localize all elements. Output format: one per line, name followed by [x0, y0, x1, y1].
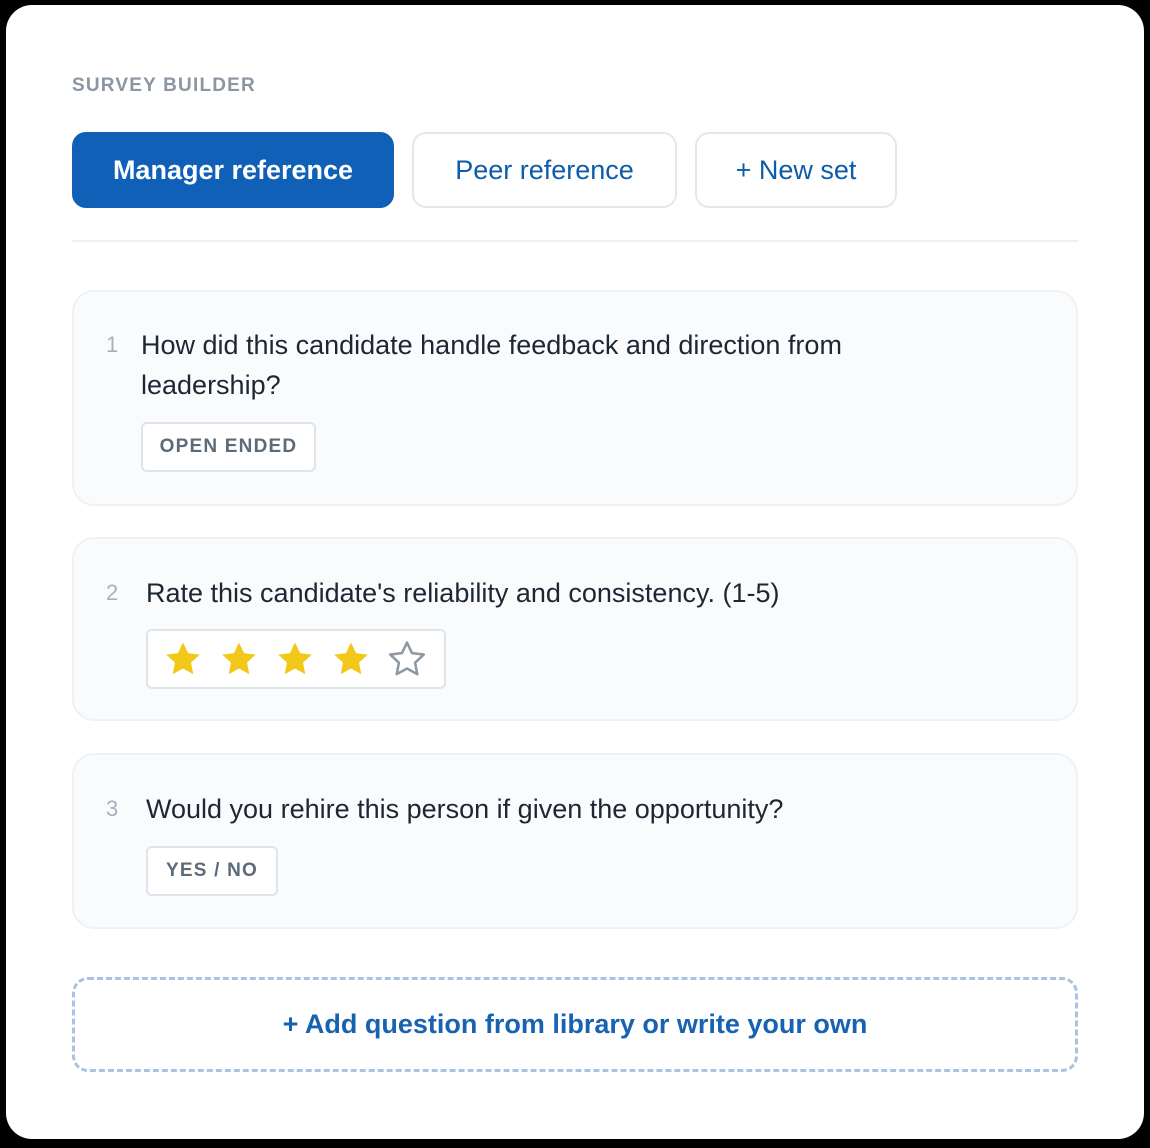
star-empty-icon[interactable]: [388, 640, 426, 678]
star-filled-icon[interactable]: [164, 640, 202, 678]
question-type-badge: YES / NO: [146, 846, 278, 896]
tab-peer-reference[interactable]: Peer reference: [412, 132, 677, 208]
star-filled-icon[interactable]: [220, 640, 258, 678]
question-text: Rate this candidate's reliability and co…: [146, 578, 780, 608]
question-number: 2: [106, 580, 119, 605]
add-question-button[interactable]: + Add question from library or write you…: [72, 977, 1078, 1072]
star-filled-icon[interactable]: [276, 640, 314, 678]
new-set-button[interactable]: + New set: [695, 132, 897, 208]
tab-manager-reference[interactable]: Manager reference: [72, 132, 394, 208]
question-card[interactable]: 2 Rate this candidate's reliability and …: [72, 537, 1078, 721]
question-card[interactable]: 1 How did this candidate handle feedback…: [72, 290, 1078, 506]
question-text: Would you rehire this person if given th…: [146, 794, 784, 824]
section-label: SURVEY BUILDER: [72, 75, 256, 96]
star-rating: [146, 629, 446, 689]
divider: [72, 240, 1078, 242]
survey-set-tabs: Manager reference Peer reference + New s…: [72, 132, 897, 208]
question-type-badge: OPEN ENDED: [141, 422, 316, 472]
question-card[interactable]: 3 Would you rehire this person if given …: [72, 753, 1078, 929]
survey-builder-card: SURVEY BUILDER Manager reference Peer re…: [6, 5, 1144, 1139]
question-text: How did this candidate handle feedback a…: [141, 330, 842, 400]
question-number: 3: [106, 796, 119, 821]
question-number: 1: [106, 332, 119, 357]
star-filled-icon[interactable]: [332, 640, 370, 678]
